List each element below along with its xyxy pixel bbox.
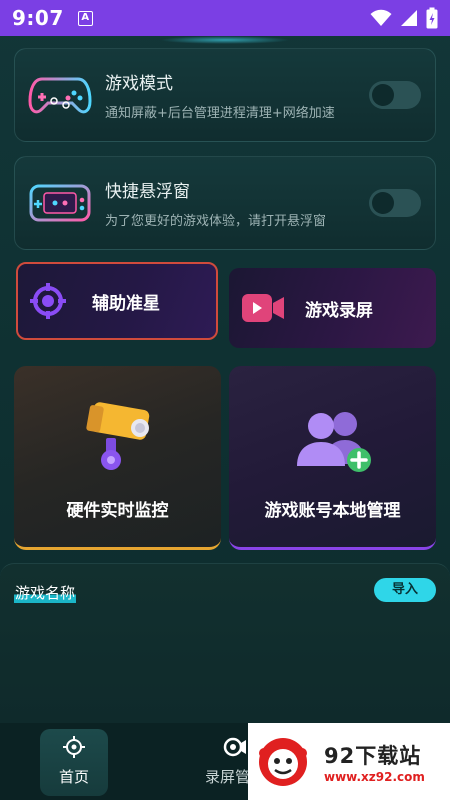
account-manager-tile[interactable]: 游戏账号本地管理	[229, 366, 436, 550]
floating-window-description: 为了您更好的游戏体验，请打开悬浮窗	[105, 214, 327, 229]
add-user-icon	[291, 406, 375, 480]
signal-icon	[401, 10, 417, 26]
floating-window-toggle[interactable]	[369, 189, 421, 217]
wifi-icon	[370, 9, 392, 26]
crosshair-icon	[18, 283, 78, 319]
hardware-monitor-tile[interactable]: 硬件实时监控	[14, 366, 221, 550]
toggle-knob	[372, 84, 394, 106]
video-camera-icon	[229, 290, 297, 326]
nav-item-home[interactable]: 首页	[40, 723, 108, 800]
status-bar: 9:07 A	[0, 0, 450, 36]
status-icons	[370, 7, 438, 29]
header-glow	[160, 36, 290, 44]
floating-window-card: 快捷悬浮窗 为了您更好的游戏体验，请打开悬浮窗	[14, 156, 436, 250]
battery-icon	[426, 7, 438, 29]
game-record-tile[interactable]: 游戏录屏	[229, 268, 436, 348]
game-list-panel: 游戏名称 导入	[0, 563, 450, 723]
notification-icon: A	[77, 10, 93, 26]
crosshair-label: 辅助准星	[92, 293, 160, 314]
game-mode-description: 通知屏蔽+后台管理进程清理+网络加速	[105, 106, 335, 121]
handheld-console-icon	[15, 181, 105, 225]
account-manager-label: 游戏账号本地管理	[264, 501, 401, 521]
toggle-knob	[372, 192, 394, 214]
app-screen: 9:07 A 游戏模式 通知屏蔽+后台管理进程清理+网络加速 快捷悬浮窗 为了您…	[0, 0, 450, 800]
crosshair-tile[interactable]: 辅助准星	[16, 262, 218, 340]
floating-window-title: 快捷悬浮窗	[105, 182, 190, 202]
game-mode-title: 游戏模式	[105, 74, 173, 94]
crosshair-icon	[63, 736, 85, 758]
watermark-title: 92下载站	[324, 743, 422, 768]
game-mode-toggle[interactable]	[369, 81, 421, 109]
watermark: 92下载站 www.xz92.com	[248, 723, 450, 800]
gamepad-icon	[15, 73, 105, 117]
nav-label-home: 首页	[58, 768, 89, 786]
watermark-logo-icon	[248, 735, 318, 789]
import-button[interactable]: 导入	[374, 578, 436, 602]
status-time: 9:07	[12, 6, 64, 30]
record-icon	[223, 737, 246, 757]
hardware-monitor-label: 硬件实时监控	[66, 501, 169, 521]
game-mode-card: 游戏模式 通知屏蔽+后台管理进程清理+网络加速	[14, 48, 436, 142]
surveillance-camera-icon	[78, 398, 158, 482]
game-list-title: 游戏名称	[14, 582, 77, 603]
game-record-label: 游戏录屏	[305, 300, 373, 321]
watermark-url: www.xz92.com	[324, 769, 425, 784]
